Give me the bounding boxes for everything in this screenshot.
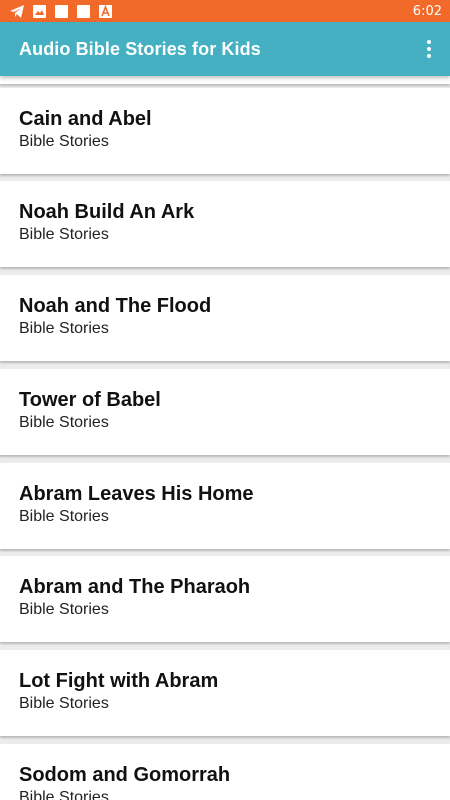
list-item-partial[interactable] [0, 76, 450, 84]
list-item[interactable]: Sodom and Gomorrah Bible Stories [0, 744, 450, 800]
story-subtitle: Bible Stories [19, 695, 109, 712]
story-title: Noah and The Flood [19, 295, 212, 317]
app-notification-icon [98, 4, 112, 18]
image-icon [32, 4, 46, 18]
story-list[interactable]: Cain and Abel Bible Stories Noah Build A… [0, 76, 450, 800]
status-bar: 6:02 [0, 0, 450, 22]
story-title: Tower of Babel [19, 389, 161, 411]
story-title: Cain and Abel [19, 108, 152, 130]
story-subtitle: Bible Stories [19, 508, 109, 525]
notification-square-icon [76, 4, 90, 18]
list-item[interactable]: Noah Build An Ark Bible Stories [0, 181, 450, 267]
story-subtitle: Bible Stories [19, 226, 109, 243]
list-item[interactable]: Tower of Babel Bible Stories [0, 369, 450, 455]
story-subtitle: Bible Stories [19, 414, 109, 431]
more-vert-icon[interactable] [416, 29, 442, 69]
story-title: Lot Fight with Abram [19, 670, 219, 692]
list-item[interactable]: Noah and The Flood Bible Stories [0, 275, 450, 361]
list-item[interactable]: Lot Fight with Abram Bible Stories [0, 650, 450, 736]
app-title: Audio Bible Stories for Kids [19, 38, 261, 59]
story-title: Sodom and Gomorrah [19, 764, 231, 786]
list-item[interactable]: Abram Leaves His Home Bible Stories [0, 463, 450, 549]
story-subtitle: Bible Stories [19, 789, 109, 800]
status-time: 6:02 [412, 3, 442, 19]
notification-square-icon [54, 4, 68, 18]
story-subtitle: Bible Stories [19, 601, 109, 618]
app-bar: Audio Bible Stories for Kids [0, 22, 450, 76]
story-title: Noah Build An Ark [19, 201, 195, 223]
story-subtitle: Bible Stories [19, 133, 109, 150]
list-item[interactable]: Cain and Abel Bible Stories [0, 88, 450, 174]
story-title: Abram and The Pharaoh [19, 576, 251, 598]
status-icons [10, 4, 112, 18]
story-title: Abram Leaves His Home [19, 483, 254, 505]
telegram-icon [10, 4, 24, 18]
story-subtitle: Bible Stories [19, 320, 109, 337]
list-item[interactable]: Abram and The Pharaoh Bible Stories [0, 556, 450, 642]
